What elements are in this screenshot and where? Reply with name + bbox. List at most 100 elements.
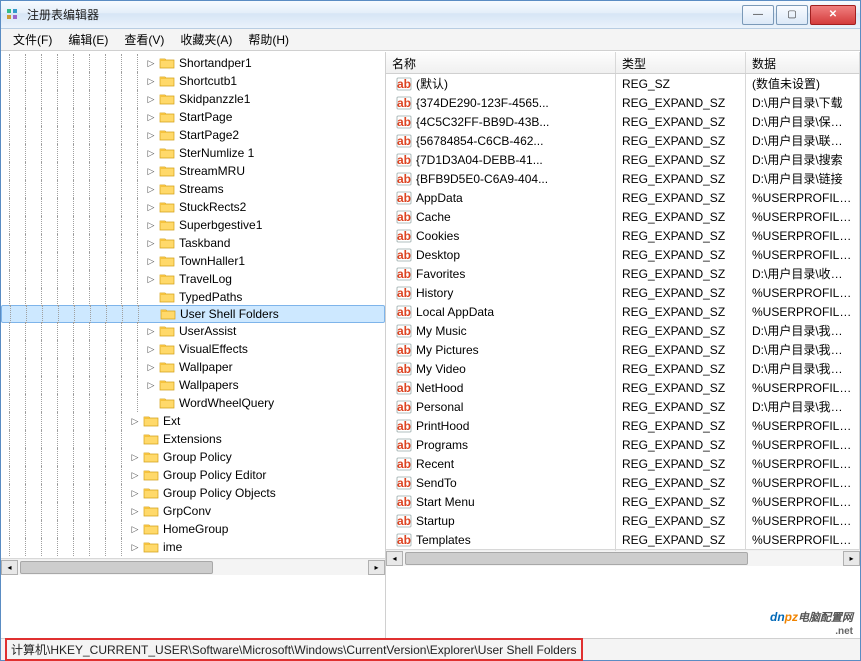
tree-node[interactable]: ▷StartPage2 xyxy=(1,126,385,144)
value-row[interactable]: abHistoryREG_EXPAND_SZ%USERPROFILE%\AppD… xyxy=(386,283,860,302)
menu-edit[interactable]: 编辑(E) xyxy=(60,29,116,50)
tree-node[interactable]: ▷GrpConv xyxy=(1,502,385,520)
tree-node[interactable]: ▷TravelLog xyxy=(1,270,385,288)
tree-node[interactable]: ▷ StuckRects2 xyxy=(1,198,385,216)
expand-toggle-icon[interactable] xyxy=(129,433,141,445)
expand-toggle-icon[interactable]: ▷ xyxy=(145,361,157,373)
value-row[interactable]: abCookiesREG_EXPAND_SZ%USERPROFILE%\AppD… xyxy=(386,226,860,245)
tree-node[interactable]: ▷Superbgestive1 xyxy=(1,216,385,234)
value-row[interactable]: abProgramsREG_EXPAND_SZ%USERPROFILE%\App… xyxy=(386,435,860,454)
tree-node[interactable]: ▷Wallpaper xyxy=(1,358,385,376)
tree-node[interactable]: ▷UserAssist xyxy=(1,322,385,340)
col-data[interactable]: 数据 xyxy=(746,52,860,73)
value-row[interactable]: abCacheREG_EXPAND_SZ%USERPROFILE%\AppDat… xyxy=(386,207,860,226)
string-value-icon: ab xyxy=(396,114,412,130)
svg-text:ab: ab xyxy=(397,191,411,205)
col-name[interactable]: 名称 xyxy=(386,52,616,73)
expand-toggle-icon[interactable]: ▷ xyxy=(145,129,157,141)
tree-node[interactable]: ▷HomeGroup xyxy=(1,520,385,538)
expand-toggle-icon[interactable]: ▷ xyxy=(129,415,141,427)
expand-toggle-icon[interactable]: ▷ xyxy=(129,469,141,481)
expand-toggle-icon[interactable]: ▷ xyxy=(145,183,157,195)
value-row[interactable]: abAppDataREG_EXPAND_SZ%USERPROFILE%\AppD… xyxy=(386,188,860,207)
expand-toggle-icon[interactable]: ▷ xyxy=(129,451,141,463)
tree-node[interactable]: ▷Skidpanzzle1 xyxy=(1,90,385,108)
expand-toggle-icon[interactable]: ▷ xyxy=(145,237,157,249)
expand-toggle-icon[interactable]: ▷ xyxy=(145,93,157,105)
value-type: REG_EXPAND_SZ xyxy=(616,93,746,113)
value-row[interactable]: abMy VideoREG_EXPAND_SZD:\用户目录\我的视频 xyxy=(386,359,860,378)
svg-text:ab: ab xyxy=(397,267,411,281)
col-type[interactable]: 类型 xyxy=(616,52,746,73)
tree-pane[interactable]: ▷Shortandper1▷Shortcutb1▷Skidpanzzle1▷St… xyxy=(1,52,386,638)
menu-file[interactable]: 文件(F) xyxy=(5,29,60,50)
tree-node[interactable]: ▷ime xyxy=(1,538,385,556)
folder-icon xyxy=(159,290,175,304)
value-row[interactable]: abPrintHoodREG_EXPAND_SZ%USERPROFILE%\Ap… xyxy=(386,416,860,435)
tree-node[interactable]: ▷Shortandper1 xyxy=(1,54,385,72)
value-row[interactable]: ab{BFB9D5E0-C6A9-404...REG_EXPAND_SZD:\用… xyxy=(386,169,860,188)
value-name: Favorites xyxy=(416,267,465,281)
tree-node[interactable]: ▷Wallpapers xyxy=(1,376,385,394)
value-row[interactable]: abRecentREG_EXPAND_SZ%USERPROFILE%\AppDa… xyxy=(386,454,860,473)
values-pane[interactable]: 名称 类型 数据 ab(默认)REG_SZ(数值未设置)ab{374DE290-… xyxy=(386,52,860,638)
value-name: My Video xyxy=(416,362,466,376)
value-row[interactable]: abPersonalREG_EXPAND_SZD:\用户目录\我的文档 xyxy=(386,397,860,416)
expand-toggle-icon[interactable] xyxy=(145,291,157,303)
tree-node-label: StuckRects2 xyxy=(179,200,246,214)
expand-toggle-icon[interactable]: ▷ xyxy=(129,541,141,553)
maximize-button[interactable]: ▢ xyxy=(776,5,808,25)
expand-toggle-icon[interactable]: ▷ xyxy=(129,505,141,517)
tree-node[interactable]: ▷Shortcutb1 xyxy=(1,72,385,90)
tree-node[interactable]: ▷SterNumlize 1 xyxy=(1,144,385,162)
expand-toggle-icon[interactable]: ▷ xyxy=(129,487,141,499)
expand-toggle-icon[interactable]: ▷ xyxy=(145,255,157,267)
list-hscrollbar[interactable]: ◂▸ xyxy=(386,549,860,566)
tree-node[interactable]: ▷Ext xyxy=(1,412,385,430)
tree-node[interactable]: User Shell Folders xyxy=(1,305,385,323)
value-row[interactable]: abFavoritesREG_EXPAND_SZD:\用户目录\收藏夹 xyxy=(386,264,860,283)
titlebar[interactable]: 注册表编辑器 — ▢ ✕ xyxy=(1,1,860,29)
minimize-button[interactable]: — xyxy=(742,5,774,25)
tree-node[interactable]: WordWheelQuery xyxy=(1,394,385,412)
value-row[interactable]: abSendToREG_EXPAND_SZ%USERPROFILE%\AppDa… xyxy=(386,473,860,492)
tree-node[interactable]: ▷VisualEffects xyxy=(1,340,385,358)
tree-node[interactable]: ▷StreamMRU xyxy=(1,162,385,180)
menu-help[interactable]: 帮助(H) xyxy=(240,29,297,50)
expand-toggle-icon[interactable] xyxy=(146,308,158,320)
value-row[interactable]: abTemplatesREG_EXPAND_SZ%USERPROFILE%\Ap… xyxy=(386,530,860,549)
expand-toggle-icon[interactable] xyxy=(145,397,157,409)
tree-node[interactable]: ▷Streams xyxy=(1,180,385,198)
expand-toggle-icon[interactable]: ▷ xyxy=(145,57,157,69)
expand-toggle-icon[interactable]: ▷ xyxy=(129,523,141,535)
tree-node[interactable]: ▷Group Policy Objects xyxy=(1,484,385,502)
expand-toggle-icon[interactable]: ▷ xyxy=(145,219,157,231)
tree-node[interactable]: ▷StartPage xyxy=(1,108,385,126)
menu-favorites[interactable]: 收藏夹(A) xyxy=(172,29,240,50)
tree-hscrollbar[interactable]: ◂▸ xyxy=(1,558,385,575)
value-name: {7D1D3A04-DEBB-41... xyxy=(416,153,543,167)
expand-toggle-icon[interactable]: ▷ xyxy=(145,343,157,355)
menu-view[interactable]: 查看(V) xyxy=(116,29,172,50)
tree-node[interactable]: TypedPaths xyxy=(1,288,385,306)
tree-node[interactable]: Extensions xyxy=(1,430,385,448)
close-button[interactable]: ✕ xyxy=(810,5,856,25)
expand-toggle-icon[interactable]: ▷ xyxy=(145,379,157,391)
value-row[interactable]: abStartupREG_EXPAND_SZ%USERPROFILE%\AppD… xyxy=(386,511,860,530)
tree-node[interactable]: ▷TownHaller1 xyxy=(1,252,385,270)
svg-text:ab: ab xyxy=(397,514,411,528)
value-row[interactable]: abStart MenuREG_EXPAND_SZ%USERPROFILE%\A… xyxy=(386,492,860,511)
expand-toggle-icon[interactable]: ▷ xyxy=(145,75,157,87)
string-value-icon: ab xyxy=(396,342,412,358)
tree-node[interactable]: ▷Group Policy Editor xyxy=(1,466,385,484)
expand-toggle-icon[interactable]: ▷ xyxy=(145,273,157,285)
expand-toggle-icon[interactable]: ▷ xyxy=(145,325,157,337)
expand-toggle-icon[interactable]: ▷ xyxy=(145,111,157,123)
expand-toggle-icon[interactable]: ▷ xyxy=(145,201,157,213)
tree-node[interactable]: ▷Taskband xyxy=(1,234,385,252)
folder-icon xyxy=(143,504,159,518)
tree-node[interactable]: ▷Group Policy xyxy=(1,448,385,466)
expand-toggle-icon[interactable]: ▷ xyxy=(145,165,157,177)
expand-toggle-icon[interactable]: ▷ xyxy=(145,147,157,159)
folder-icon xyxy=(159,146,175,160)
